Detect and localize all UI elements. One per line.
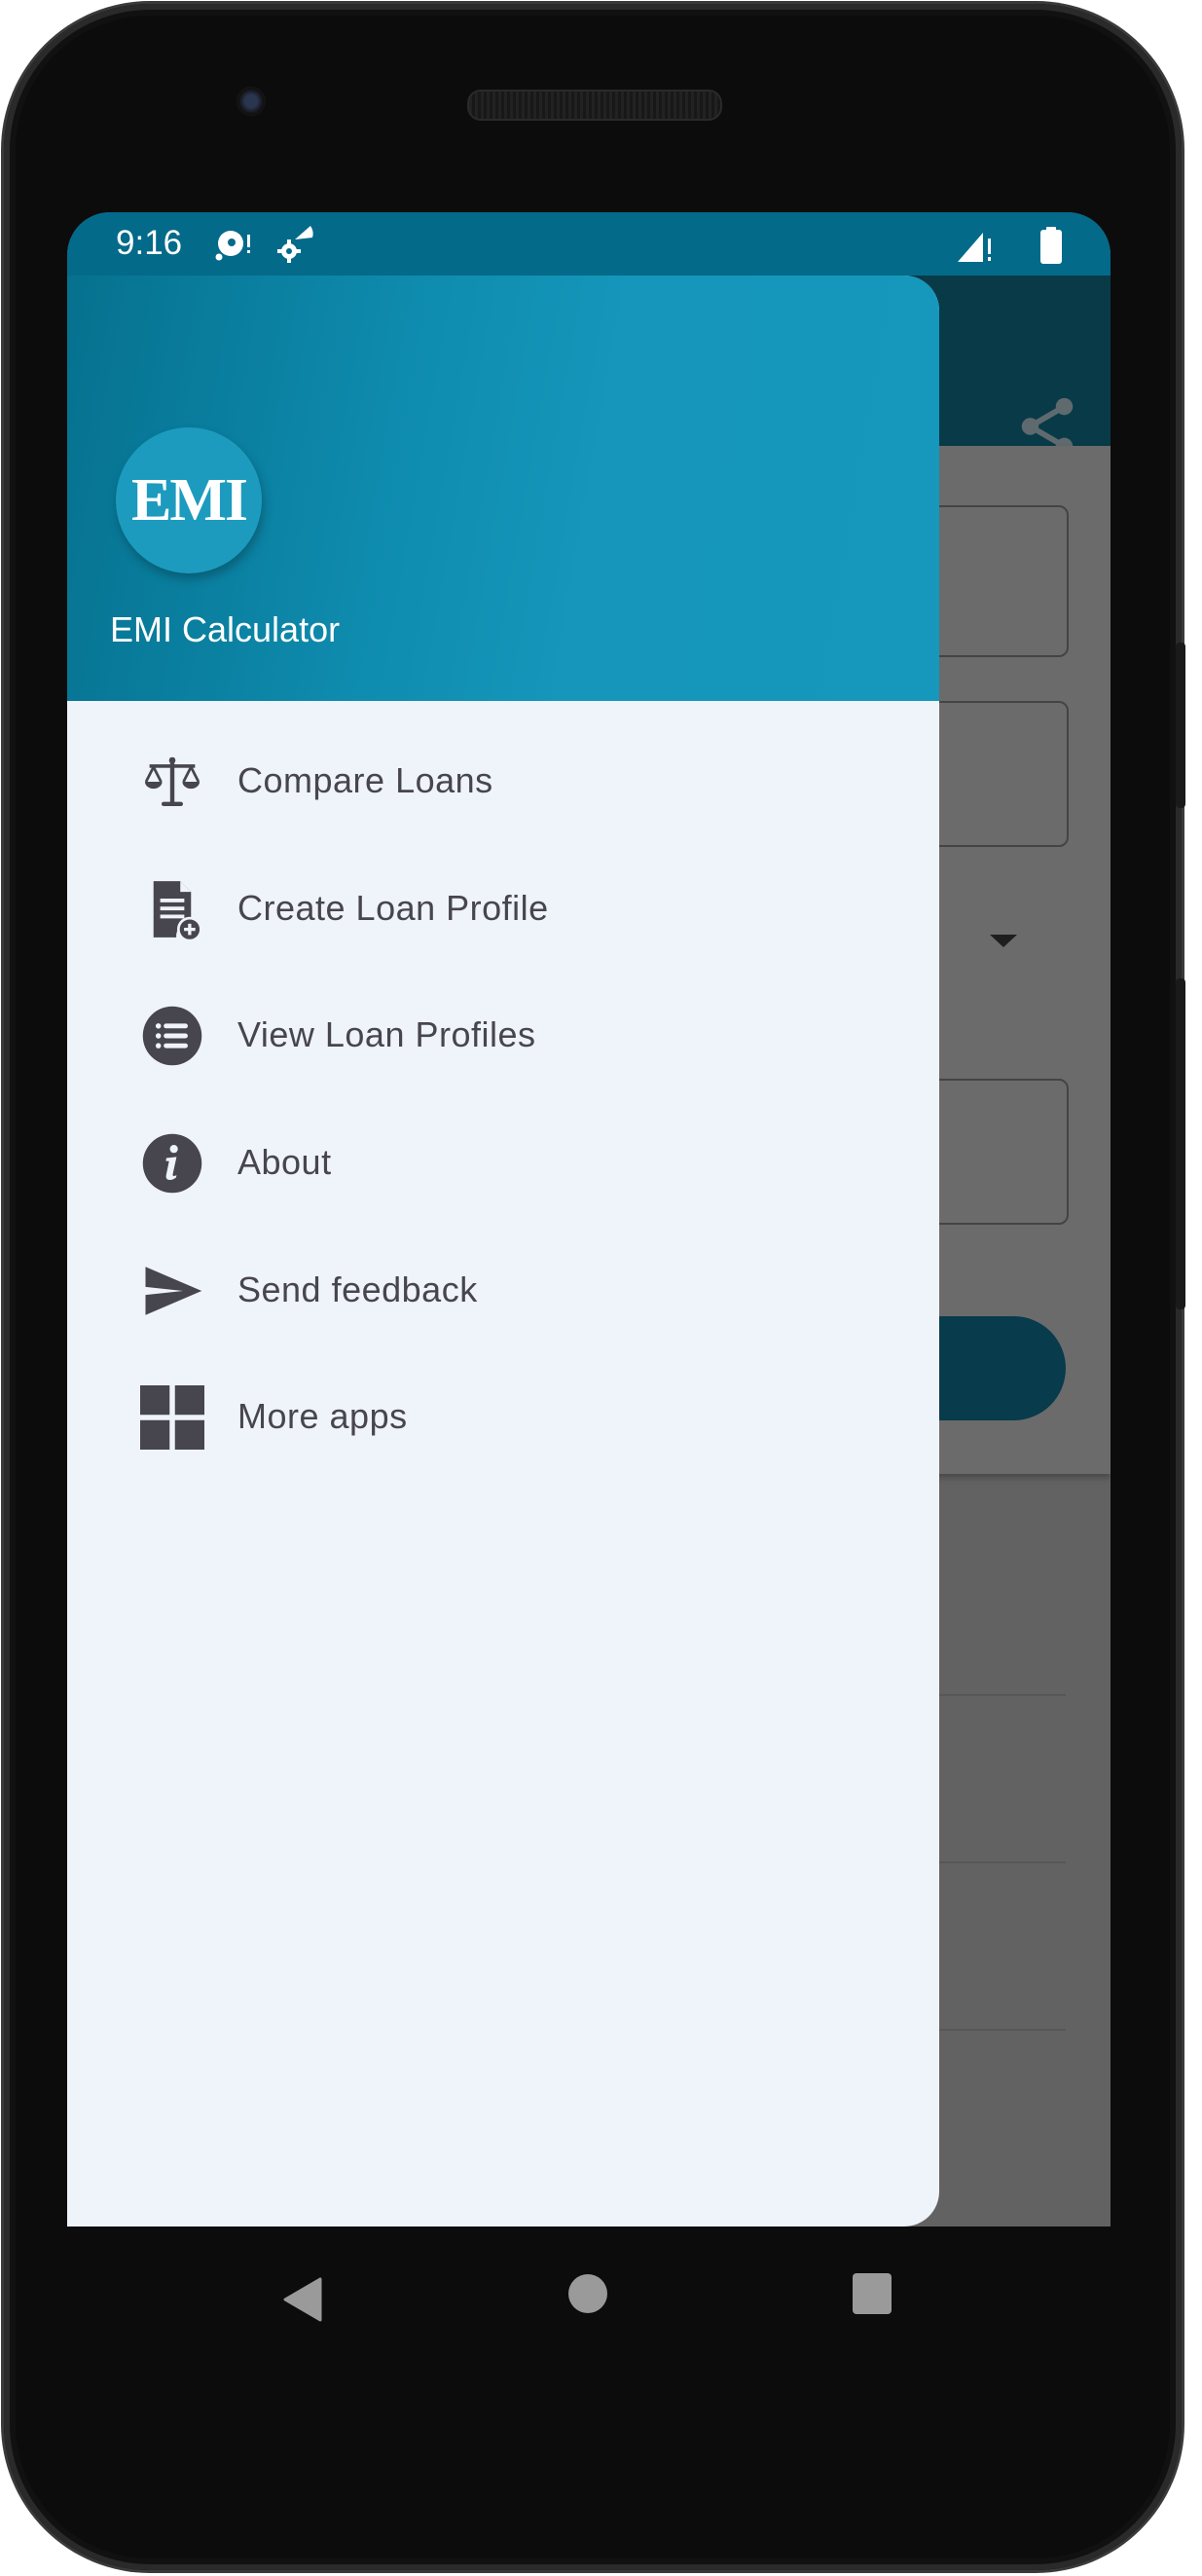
battery-icon (1040, 227, 1062, 264)
status-time: 9:16 (116, 224, 183, 262)
app-logo: EMI (116, 427, 262, 573)
menu-item-label: View Loan Profiles (237, 1014, 536, 1054)
power-button (1176, 978, 1185, 1309)
menu-item-send-feedback[interactable]: Send feedback (67, 1233, 939, 1349)
send-icon (145, 1267, 202, 1315)
menu-item-label: More apps (237, 1396, 408, 1436)
menu-item-view-loan-profiles[interactable]: View Loan Profiles (67, 977, 939, 1094)
navigation-drawer: EMI EMI Calculator Compare Loans Create … (67, 276, 939, 2226)
menu-item-more-apps[interactable]: More apps (67, 1359, 939, 1476)
back-icon[interactable] (283, 2277, 322, 2322)
earpiece-speaker (467, 90, 722, 121)
recents-icon[interactable] (853, 2273, 892, 2314)
document-add-icon (153, 881, 202, 941)
info-icon (142, 1133, 202, 1194)
cellular-signal-alert-icon (958, 233, 991, 262)
front-camera (237, 87, 266, 116)
scale-icon (144, 756, 200, 807)
volume-button (1176, 643, 1185, 808)
menu-item-label: Compare Loans (237, 760, 493, 800)
home-icon[interactable] (568, 2274, 607, 2313)
data-saver-alert-icon (215, 231, 250, 261)
menu-item-label: About (237, 1142, 332, 1182)
menu-item-label: Send feedback (237, 1270, 478, 1309)
menu-item-create-loan-profile[interactable]: Create Loan Profile (67, 851, 939, 968)
tenure-dropdown-arrow-icon[interactable] (990, 935, 1017, 947)
app-logo-text: EMI (131, 466, 248, 534)
menu-item-label: Create Loan Profile (237, 888, 549, 928)
list-icon (142, 1006, 202, 1066)
menu-item-about[interactable]: About (67, 1105, 939, 1222)
system-nav-bar (67, 2226, 1111, 2402)
settings-signal-icon (277, 226, 313, 263)
status-bar: 9:16 (67, 212, 1111, 276)
app-title: EMI Calculator (110, 609, 341, 649)
menu-item-compare-loans[interactable]: Compare Loans (67, 723, 939, 840)
grid-icon (140, 1385, 204, 1450)
screen: 9:16 EMI EMI Calculator Compare Loans Cr… (67, 212, 1111, 2226)
drawer-header: EMI EMI Calculator (67, 276, 939, 701)
